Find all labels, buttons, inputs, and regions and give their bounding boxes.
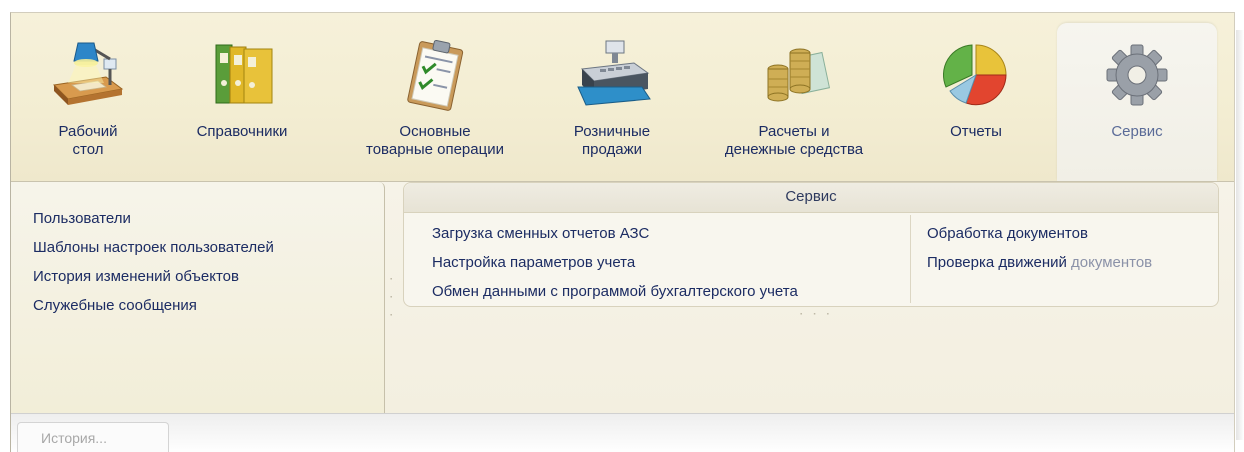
pie-chart-icon xyxy=(936,39,1016,111)
nav-link-users[interactable]: Пользователи xyxy=(33,204,384,233)
content-area: Пользователи Шаблоны настроек пользовате… xyxy=(11,181,1234,414)
section-finance[interactable]: Расчеты и денежные средства xyxy=(701,13,887,181)
nav-link-object-change-history[interactable]: История изменений объектов xyxy=(33,262,384,291)
clipboard-checklist-icon xyxy=(395,39,475,111)
app-window: Рабочий стол Справочники Основные товарн… xyxy=(10,12,1235,452)
gear-icon xyxy=(1097,39,1177,111)
cmd-check-document-movements[interactable]: Проверка движений документов xyxy=(927,248,1218,277)
section-label: Розничные продажи xyxy=(573,123,651,158)
cmd-accounting-settings[interactable]: Настройка параметров учета xyxy=(432,248,910,277)
section-operations[interactable]: Основные товарные операции xyxy=(349,13,521,181)
section-reports[interactable]: Отчеты xyxy=(911,13,1041,181)
cmd-label-main: Проверка движений xyxy=(927,254,1072,271)
history-button[interactable]: История... xyxy=(17,422,169,452)
section-label: Расчеты и денежные средства xyxy=(724,123,864,158)
section-retail[interactable]: Розничные продажи xyxy=(551,13,673,181)
cash-register-icon xyxy=(572,39,652,111)
coins-icon xyxy=(754,39,834,111)
section-label: Отчеты xyxy=(950,123,1002,140)
section-panel: Рабочий стол Справочники Основные товарн… xyxy=(11,13,1234,181)
navigation-panel: Пользователи Шаблоны настроек пользовате… xyxy=(11,182,385,414)
desk-lamp-icon xyxy=(48,39,128,111)
window-shadow xyxy=(1236,30,1244,440)
section-label: Основные товарные операции xyxy=(366,123,504,158)
group-title: Сервис xyxy=(404,183,1218,213)
section-label: Рабочий стол xyxy=(58,123,118,158)
section-desktop[interactable]: Рабочий стол xyxy=(25,13,151,181)
group-column-1: Загрузка сменных отчетов АЗС Настройка п… xyxy=(432,219,910,306)
cmd-data-exchange-accounting[interactable]: Обмен данными с программой бухгалтерског… xyxy=(432,277,910,306)
group-resize-handle[interactable]: ⠂⠂⠂ xyxy=(799,310,839,321)
group-column-2: Обработка документов Проверка движений д… xyxy=(910,215,1218,303)
nav-link-user-settings-templates[interactable]: Шаблоны настроек пользователей xyxy=(33,233,384,262)
cmd-label-faded: документов xyxy=(1071,254,1153,271)
section-label: Справочники xyxy=(196,123,288,140)
nav-link-service-messages[interactable]: Служебные сообщения xyxy=(33,291,384,320)
section-service[interactable]: Сервис xyxy=(1057,23,1217,181)
section-catalogs[interactable]: Справочники xyxy=(179,13,305,181)
binders-icon xyxy=(202,39,282,111)
cmd-load-shift-reports[interactable]: Загрузка сменных отчетов АЗС xyxy=(432,219,910,248)
bottom-bar: История... xyxy=(11,413,1234,452)
section-label: Сервис xyxy=(1111,123,1163,140)
panel-splitter[interactable]: ⠂ ⠂ ⠂ xyxy=(389,272,397,326)
service-group: Сервис Загрузка сменных отчетов АЗС Наст… xyxy=(403,182,1219,307)
cmd-document-processing[interactable]: Обработка документов xyxy=(927,219,1218,248)
